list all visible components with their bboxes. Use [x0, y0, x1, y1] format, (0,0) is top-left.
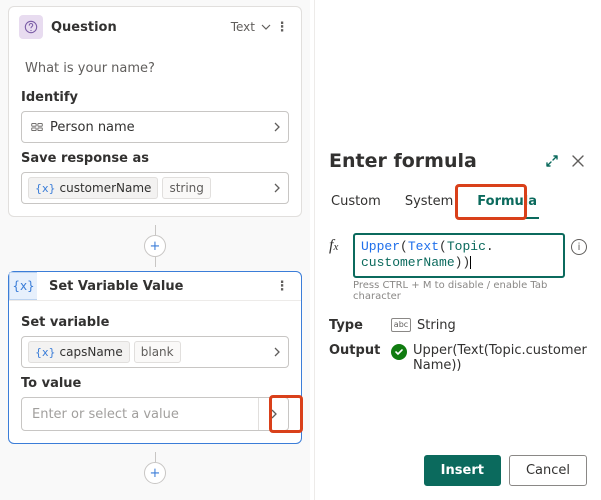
set-variable-label: Set variable [21, 315, 289, 330]
cancel-button[interactable]: Cancel [509, 455, 587, 486]
formula-panel: Enter formula Custom System Formula fx U… [314, 0, 601, 500]
tab-bar: Custom System Formula [329, 190, 587, 219]
type-value: String [417, 318, 456, 333]
entity-icon [28, 118, 46, 136]
chevron-right-icon [272, 122, 282, 132]
type-row: Type abc String [329, 318, 587, 333]
open-value-picker-button[interactable] [258, 398, 288, 430]
editor-hint: Press CTRL + M to disable / enable Tab c… [353, 280, 587, 302]
fx-label-icon: fx [329, 233, 347, 255]
setvar-card-title: Set Variable Value [49, 279, 273, 294]
insert-button[interactable]: Insert [424, 455, 501, 486]
save-as-label: Save response as [21, 151, 289, 166]
chevron-right-icon [272, 183, 282, 193]
question-card-header: Question Text ⋮ [9, 7, 301, 47]
panel-title: Enter formula [329, 150, 477, 172]
variable-node-icon: {x} [9, 272, 37, 300]
formula-editor[interactable]: Upper(Text(Topic. customerName)) [353, 233, 565, 278]
identify-label: Identify [21, 90, 289, 105]
info-icon[interactable]: i [571, 239, 587, 255]
connector: + [8, 452, 302, 484]
check-icon [391, 344, 407, 360]
output-label: Output [329, 343, 379, 358]
variable-icon: {x} [35, 182, 56, 195]
variable-name: customerName [60, 181, 152, 195]
identify-value: Person name [50, 120, 268, 135]
variable-icon: {x} [35, 346, 56, 359]
type-label: Type [329, 318, 379, 333]
to-value-input[interactable]: Enter or select a value [21, 397, 289, 431]
more-menu-icon[interactable]: ⋮ [273, 279, 291, 294]
variable-name: capsName [60, 345, 123, 359]
variable-chip-customerName[interactable]: {x} customerName [28, 177, 158, 199]
identify-field[interactable]: Person name [21, 111, 289, 143]
to-value-label: To value [21, 376, 289, 391]
output-value: Upper(Text(Topic.customerName)) [413, 343, 587, 373]
save-as-field[interactable]: {x} customerName string [21, 172, 289, 204]
to-value-placeholder: Enter or select a value [32, 407, 258, 422]
close-icon[interactable] [569, 152, 587, 170]
chevron-down-icon[interactable] [261, 22, 271, 32]
expand-icon[interactable] [543, 152, 561, 170]
variable-state-chip: blank [134, 341, 181, 363]
question-icon [19, 15, 43, 39]
question-type-selector[interactable]: Text [227, 18, 259, 36]
add-node-button[interactable]: + [144, 235, 166, 257]
output-row: Output Upper(Text(Topic.customerName)) [329, 343, 587, 373]
chevron-right-icon [272, 347, 282, 357]
tab-formula[interactable]: Formula [475, 190, 539, 219]
string-type-icon: abc [391, 318, 411, 332]
question-card-title: Question [51, 20, 227, 35]
add-node-button[interactable]: + [144, 462, 166, 484]
question-node-card: Question Text ⋮ What is your name? Ident… [8, 6, 302, 217]
set-variable-field[interactable]: {x} capsName blank [21, 336, 289, 368]
variable-chip-capsName[interactable]: {x} capsName [28, 341, 130, 363]
question-prompt-text[interactable]: What is your name? [25, 61, 285, 76]
tab-custom[interactable]: Custom [329, 190, 383, 219]
variable-type-chip: string [162, 177, 210, 199]
setvar-card-header: {x} Set Variable Value ⋮ [9, 272, 301, 300]
connector: + [8, 225, 302, 267]
tab-system[interactable]: System [403, 190, 455, 219]
more-menu-icon[interactable]: ⋮ [273, 20, 291, 35]
set-variable-node-card: {x} Set Variable Value ⋮ Set variable {x… [8, 271, 302, 444]
